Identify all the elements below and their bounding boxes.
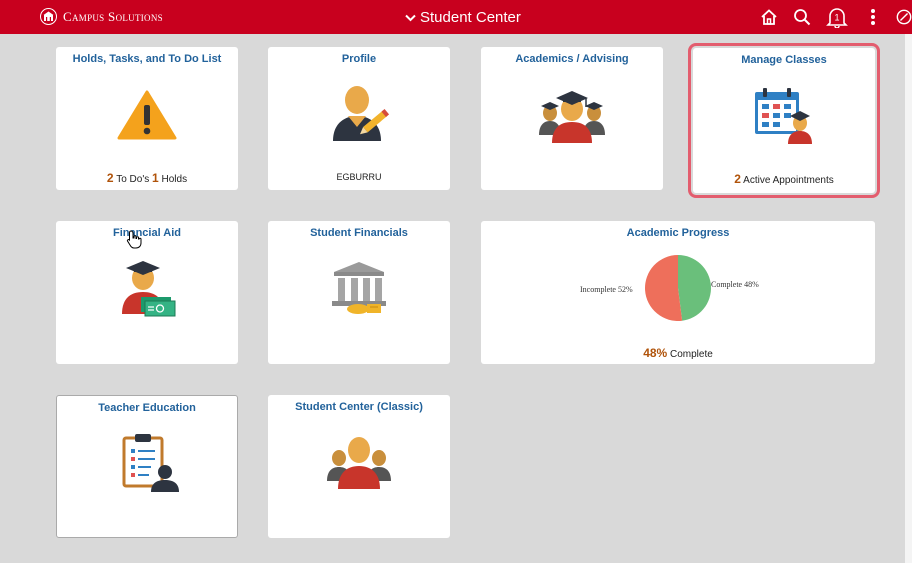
navbar-button[interactable] <box>896 5 912 29</box>
graduates-icon <box>538 83 606 148</box>
pie-label-complete: Complete 48% <box>711 280 759 289</box>
compass-icon <box>896 9 912 25</box>
warning-icon <box>117 89 177 146</box>
calendar-student-icon <box>753 86 815 149</box>
actions-menu-button[interactable] <box>864 5 882 29</box>
appointments-label: Active Appointments <box>743 175 834 186</box>
tile-student-financials[interactable]: Student Financials <box>268 221 450 364</box>
group-icon <box>326 433 392 494</box>
home-button[interactable] <box>757 5 781 29</box>
scrollbar[interactable] <box>905 34 912 563</box>
campus-logo-icon <box>40 8 57 25</box>
graduate-money-icon <box>119 256 179 323</box>
hand-cursor-icon <box>126 230 142 249</box>
profile-username: EGBURRU <box>336 172 382 182</box>
tile-title: Teacher Education <box>98 402 196 414</box>
tile-title: Manage Classes <box>741 54 827 66</box>
notifications-button[interactable]: 1 <box>823 5 851 29</box>
progress-percent: 48% <box>643 346 668 360</box>
progress-summary: 48% Complete <box>481 346 875 360</box>
tile-title: Academic Progress <box>626 227 730 239</box>
tile-title: Student Center (Classic) <box>295 401 423 413</box>
progress-pie-chart <box>645 255 711 321</box>
page-title-dropdown[interactable]: Student Center <box>405 9 521 26</box>
clipboard-person-icon <box>121 432 179 497</box>
top-bar: Campus Solutions Student Center 1 <box>0 0 912 34</box>
progress-label: Complete <box>670 349 713 360</box>
holds-count: 1 <box>152 171 159 185</box>
appointments-summary: 2 Active Appointments <box>693 172 875 186</box>
more-vertical-icon <box>871 9 875 25</box>
tile-academics-advising[interactable]: Academics / Advising <box>481 47 663 190</box>
brand-name: Campus Solutions <box>63 8 163 24</box>
brand: Campus Solutions <box>40 8 163 25</box>
tile-manage-classes[interactable]: Manage Classes 2 Active Appointments <box>688 43 880 198</box>
notification-count: 1 <box>834 13 839 23</box>
tile-title: Academics / Advising <box>515 53 629 65</box>
tile-title: Profile <box>341 53 377 65</box>
profile-edit-icon <box>330 83 390 148</box>
pie-slice-complete <box>678 255 711 321</box>
todo-label: To Do's <box>116 174 150 185</box>
tile-student-center-classic[interactable]: Student Center (Classic) <box>268 395 450 538</box>
page-title: Student Center <box>420 9 521 26</box>
tile-title: Financial Aid <box>112 227 182 239</box>
todo-count: 2 <box>106 171 114 185</box>
tile-academic-progress[interactable]: Academic Progress Incomplete 52% Complet… <box>481 221 875 364</box>
pie-slice-incomplete <box>645 255 683 321</box>
search-icon <box>794 9 811 26</box>
tile-title: Holds, Tasks, and To Do List <box>72 53 222 65</box>
holds-label: Holds <box>161 174 188 185</box>
appointments-count: 2 <box>734 172 741 186</box>
tile-title: Student Financials <box>310 227 408 239</box>
tile-profile[interactable]: Profile EGBURRU <box>268 47 450 190</box>
tile-financial-aid[interactable]: Financial Aid <box>56 221 238 364</box>
tile-teacher-education[interactable]: Teacher Education <box>56 395 238 538</box>
home-icon <box>761 9 777 25</box>
bell-icon: 1 <box>826 8 848 28</box>
chevron-down-icon <box>405 14 416 21</box>
tile-holds-tasks[interactable]: Holds, Tasks, and To Do List 2 To Do's 1… <box>56 47 238 190</box>
pie-label-incomplete: Incomplete 52% <box>580 285 633 294</box>
holds-summary: 2 To Do's 1 Holds <box>56 171 238 185</box>
bank-icon <box>329 259 391 322</box>
search-button[interactable] <box>790 5 814 29</box>
